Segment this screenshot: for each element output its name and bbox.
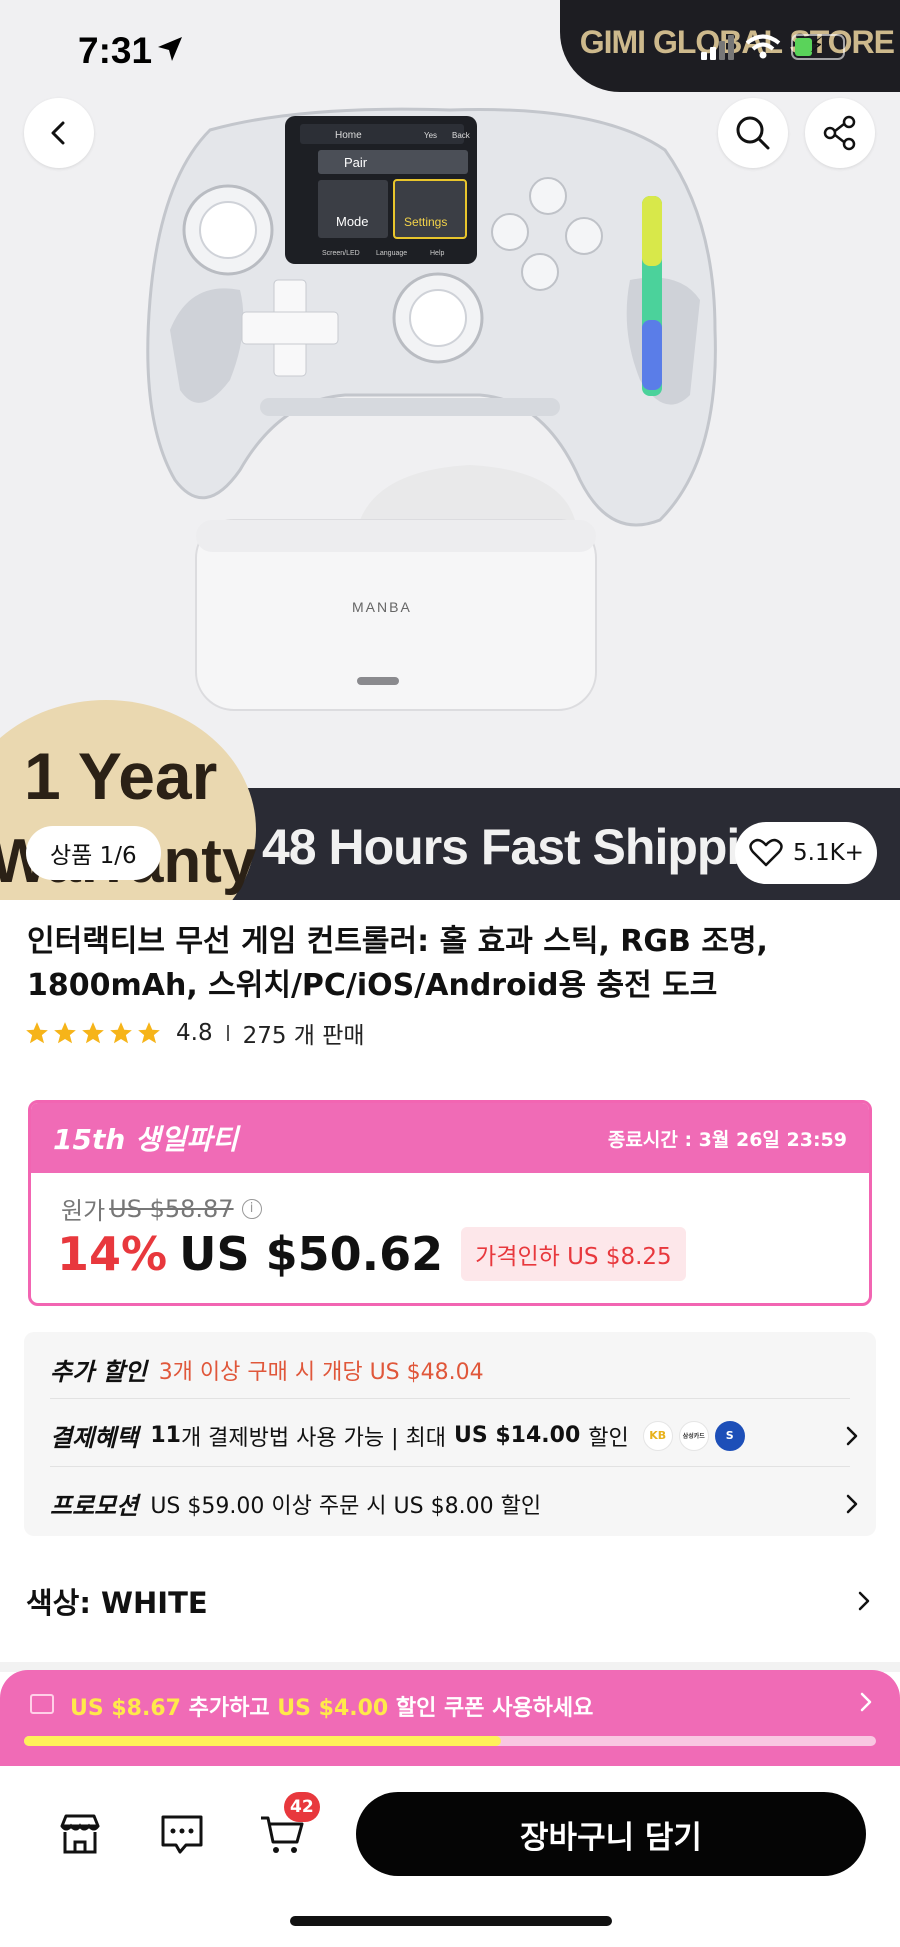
svg-text:Back: Back [452,131,471,140]
svg-text:Yes: Yes [424,131,437,140]
divider [226,1025,229,1041]
promotion-row[interactable]: 프로모션 US $59.00 이상 주문 시 US $8.00 할인 [50,1486,860,1521]
star-icon [138,1022,160,1044]
svg-text:Screen/LED: Screen/LED [322,250,360,257]
coupon-message: US $8.67 추가하고 US $4.00 할인 쿠폰 사용하세요 [70,1690,593,1722]
back-button[interactable] [24,98,94,168]
coupon-discount-amount: US $4.00 [277,1696,389,1721]
status-icons: ⚡ [699,33,845,60]
chevron-right-icon [860,1692,872,1712]
discount-percent: 14% [57,1227,168,1281]
add-to-cart-button[interactable]: 장바구니 담기 [356,1792,866,1876]
divider [50,1398,850,1399]
cart-count-badge: 42 [284,1792,320,1822]
promo-header: 15th 생일파티 종료시간 : 3월 26일 23:59 [31,1103,869,1173]
wishlist-count: 5.1K+ [793,840,864,866]
payment-benefit-label: 결제혜택 [50,1424,139,1452]
payment-benefit-row[interactable]: 결제혜택 11 개 결제방법 사용 가능 | 최대 US $14.00 할인 K… [50,1418,860,1453]
search-icon [736,116,770,150]
coupon-text-1: 추가하고 [188,1696,270,1721]
coupon-progress-track [24,1736,876,1746]
star-icon [110,1022,132,1044]
coupon-needed-amount: US $8.67 [70,1696,181,1721]
info-icon[interactable]: i [241,1198,262,1219]
divider [50,1466,850,1467]
warranty-line-1: 1 Year [24,739,218,813]
image-counter: 상품 1/6 [26,826,161,880]
search-button[interactable] [718,98,788,168]
sold-count: 275 개 판매 [242,1023,365,1049]
original-price-row: 원가 US $58.87 i [61,1191,262,1226]
product-image: MANBA Home Yes Back Pair Mode Settings S… [146,107,717,711]
product-image-gallery[interactable]: MANBA Home Yes Back Pair Mode Settings S… [0,0,900,900]
svg-text:Help: Help [430,250,445,257]
chevron-right-icon [846,1426,858,1445]
promo-price-card: 15th 생일파티 종료시간 : 3월 26일 23:59 원가 US $58.… [28,1100,872,1306]
heart-icon [749,838,783,867]
svg-text:Settings: Settings [404,215,447,229]
price-row: 14% US $50.62 가격인하 US $8.25 [57,1227,686,1281]
rating-row[interactable]: 4.8 275 개 판매 [24,1016,365,1050]
benefits-panel: 추가 할인 3개 이상 구매 시 개당 US $48.04 결제혜택 11 개 … [24,1332,876,1536]
payment-benefit-text: 개 결제방법 사용 가능 | 최대 [180,1425,446,1451]
sale-price: US $50.62 [179,1227,444,1281]
payment-method-count: 11 [150,1423,181,1448]
star-icon [54,1022,76,1044]
store-icon[interactable] [56,1810,104,1858]
rating-value: 4.8 [176,1020,213,1046]
payment-benefit-suffix: 할인 [588,1425,629,1451]
payment-icons: KB 삼성카드 S [642,1420,745,1451]
chevron-right-icon [858,1591,870,1611]
color-label: 색상: WHITE [26,1586,208,1620]
wishlist-button[interactable]: 5.1K+ [735,822,877,884]
location-arrow-icon [158,37,182,61]
extra-discount-label: 추가 할인 [50,1358,147,1386]
shipping-banner-text: 48 Hours Fast Shipping [262,819,799,875]
svg-text:Home: Home [335,130,362,141]
rating-stars [24,1020,162,1046]
share-icon [823,115,856,151]
kb-card-icon: KB [642,1420,673,1451]
event-logo: 15th 생일파티 [53,1123,239,1156]
svg-text:Pair: Pair [344,155,368,170]
extra-discount-text: 3개 이상 구매 시 개당 US $48.04 [158,1359,484,1385]
original-label: 원가 [61,1197,106,1225]
star-icon [26,1022,48,1044]
promotion-text: US $59.00 이상 주문 시 US $8.00 할인 [150,1493,542,1519]
home-indicator [290,1916,612,1926]
svg-text:Mode: Mode [336,214,369,229]
samsung-card-icon: 삼성카드 [678,1420,709,1451]
chevron-right-icon [846,1494,858,1513]
dock-brand: MANBA [352,599,412,615]
chevron-left-icon [51,121,65,145]
shinhan-card-icon: S [714,1420,745,1451]
event-end-time: 종료시간 : 3월 26일 23:59 [607,1128,847,1151]
share-button[interactable] [805,98,875,168]
chat-icon[interactable] [158,1810,206,1858]
coupon-text-2: 할인 쿠폰 사용하세요 [395,1696,594,1721]
product-title: 인터랙티브 무선 게임 컨트롤러: 홀 효과 스틱, RGB 조명, 1800m… [27,924,768,1003]
coupon-progress-bar[interactable]: US $8.67 추가하고 US $4.00 할인 쿠폰 사용하세요 [0,1670,900,1766]
price-drop-badge: 가격인하 US $8.25 [461,1227,686,1281]
color-selector[interactable]: 색상: WHITE [26,1580,872,1622]
coupon-progress-fill [24,1736,502,1746]
payment-benefit-amount: US $14.00 [453,1423,581,1448]
signal-icon [701,35,734,60]
svg-text:Language: Language [376,250,407,257]
coupon-icon [30,1694,54,1714]
promotion-label: 프로모션 [50,1492,139,1520]
battery-icon: ⚡ [791,33,845,60]
original-price: US $58.87 [109,1194,234,1223]
extra-discount-row: 추가 할인 3개 이상 구매 시 개당 US $48.04 [50,1352,860,1387]
star-icon [82,1022,104,1044]
status-time: 7:31 [78,30,153,71]
wifi-icon [745,34,781,59]
